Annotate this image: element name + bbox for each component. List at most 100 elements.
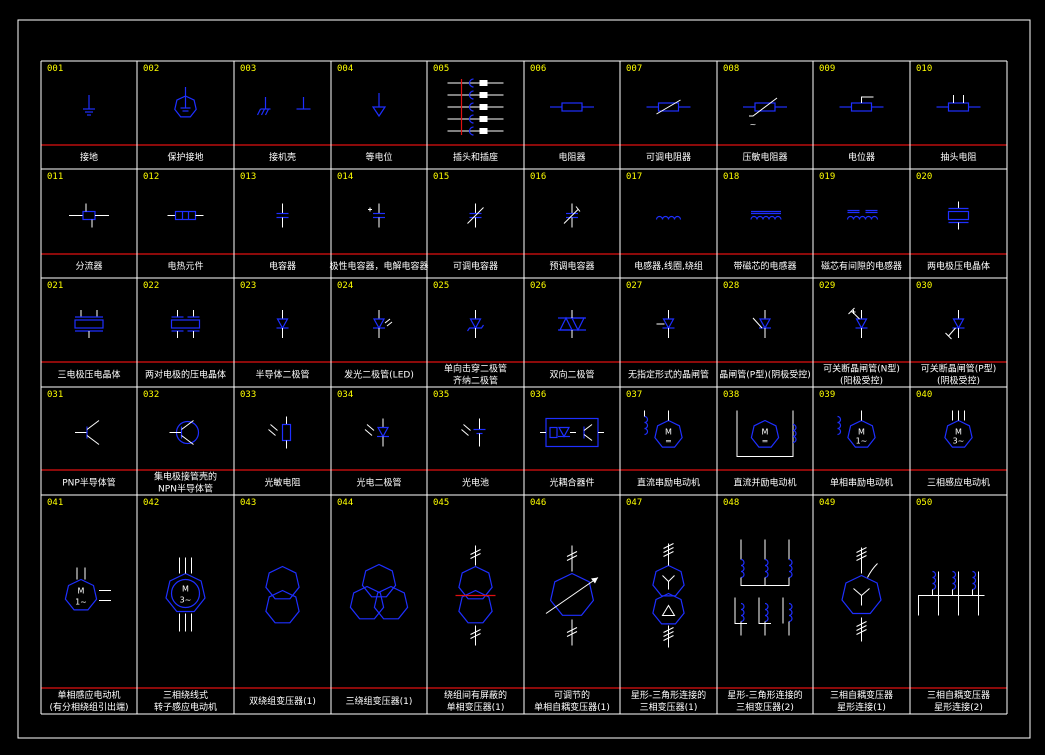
symbol-number: 031 xyxy=(47,390,63,400)
symbol-label: 可关断晶闸管(N型) xyxy=(823,363,900,375)
symbol-number: 021 xyxy=(47,281,63,291)
symbol-number: 018 xyxy=(723,172,739,182)
symbol-label: 带磁芯的电感器 xyxy=(733,260,796,272)
drawing-sheet: 001 接地 002 保护接地 003 接机壳 004 等电位 005 插头和插座 006 电阻器 00… xyxy=(0,0,1045,755)
symbol-number: 036 xyxy=(530,390,546,400)
symbol-label: 接地 xyxy=(80,151,98,163)
symbol-number: 019 xyxy=(819,172,835,182)
symbol-number: 020 xyxy=(916,172,932,182)
symbol-label: 三相变压器(1) xyxy=(640,701,698,713)
symbol-label: 电位器 xyxy=(848,151,875,163)
symbol-label: 两电极压电晶体 xyxy=(927,260,990,272)
symbol-label: 可关断晶闸管(P型) xyxy=(921,363,996,375)
symbol-label: 半导体二极管 xyxy=(255,369,309,381)
symbol-number: 030 xyxy=(916,281,932,291)
symbol-label: 三相感应电动机 xyxy=(927,477,990,489)
symbol-label: 光耦合器件 xyxy=(549,477,594,489)
symbol-label: 双绕组变压器(1) xyxy=(249,695,316,707)
symbol-label: (有分相绕组引出端) xyxy=(49,701,128,713)
symbol-number: 007 xyxy=(626,64,642,74)
symbol-number: 003 xyxy=(240,64,256,74)
symbol-number: 014 xyxy=(337,172,353,182)
symbol-number: 012 xyxy=(143,172,159,182)
symbol-number: 017 xyxy=(626,172,642,182)
symbol-label: 可调电阻器 xyxy=(646,151,691,163)
symbol-label: 直流串励电动机 xyxy=(637,477,700,489)
symbol-label: 晶闸管(P型)(阴极受控) xyxy=(719,369,810,381)
symbol-label: 单相串励电动机 xyxy=(830,477,893,489)
symbol-number: 042 xyxy=(143,498,159,508)
symbol-number: 026 xyxy=(530,281,546,291)
symbol-number: 010 xyxy=(916,64,932,74)
symbol-label: 电感器,线圈,绕组 xyxy=(634,260,703,272)
symbol-label: 光电池 xyxy=(462,477,489,489)
symbol-label: 单向击穿二极管 xyxy=(444,363,507,375)
motor-3ph-text: 3~ xyxy=(180,596,192,605)
symbol-label: 可调电容器 xyxy=(453,260,498,272)
symbol-label: 集电极接管壳的 xyxy=(154,471,217,483)
symbol-number: 038 xyxy=(723,390,739,400)
symbol-label: 星形连接(2) xyxy=(934,701,983,713)
symbol-number: 025 xyxy=(433,281,449,291)
symbol-label: 转子感应电动机 xyxy=(154,701,217,713)
symbol-label: 保护接地 xyxy=(167,151,203,163)
symbol-number: 006 xyxy=(530,64,546,74)
symbol-label: 可调节的 xyxy=(554,689,590,701)
symbol-label: 三相变压器(2) xyxy=(736,701,794,713)
symbol-label: 绕组间有屏蔽的 xyxy=(444,689,507,701)
symbol-number: 035 xyxy=(433,390,449,400)
varistor-mark: ~ xyxy=(750,120,757,129)
symbol-number: 032 xyxy=(143,390,159,400)
motor-3ph-text: 3~ xyxy=(953,437,965,446)
symbol-number: 027 xyxy=(626,281,642,291)
symbol-label: 预调电容器 xyxy=(549,260,594,272)
symbol-label: 两对电极的压电晶体 xyxy=(145,369,226,381)
symbol-label: 三相绕线式 xyxy=(163,689,208,701)
symbol-label: 发光二极管(LED) xyxy=(344,369,414,381)
symbol-label: 电阻器 xyxy=(558,151,585,163)
symbol-number: 034 xyxy=(337,390,353,400)
symbol-number: 047 xyxy=(626,498,642,508)
symbol-label: 接机壳 xyxy=(269,151,296,163)
symbol-number: 001 xyxy=(47,64,63,74)
symbol-number: 044 xyxy=(337,498,353,508)
symbol-label: 三电极压电晶体 xyxy=(57,369,120,381)
symbol-label: 分流器 xyxy=(75,260,102,272)
symbol-label: 抽头电阻 xyxy=(940,151,976,163)
symbol-label: (阴极受控) xyxy=(937,375,980,387)
symbol-number: 049 xyxy=(819,498,835,508)
symbol-label: 星形连接(1) xyxy=(837,701,886,713)
symbol-label: NPN半导体管 xyxy=(158,483,213,495)
symbol-number: 002 xyxy=(143,64,159,74)
symbol-label: 磁芯有间隙的电感器 xyxy=(821,260,902,272)
symbol-number: 008 xyxy=(723,64,739,74)
symbol-number: 041 xyxy=(47,498,63,508)
symbol-number: 024 xyxy=(337,281,353,291)
motor-m-text: M xyxy=(762,428,769,437)
symbol-label: 无指定形式的晶闸管 xyxy=(628,369,709,381)
symbol-label: 三绕组变压器(1) xyxy=(346,695,413,707)
symbol-label: 三相自耦变压器 xyxy=(830,689,893,701)
symbol-label: 压敏电阻器 xyxy=(742,151,787,163)
symbol-label: 单相自耦变压器(1) xyxy=(534,701,610,713)
symbol-number: 048 xyxy=(723,498,739,508)
symbol-number: 023 xyxy=(240,281,256,291)
motor-m-text: M xyxy=(858,428,865,437)
symbol-label: 光敏电阻 xyxy=(264,477,300,489)
symbol-number: 043 xyxy=(240,498,256,508)
symbol-number: 016 xyxy=(530,172,546,182)
motor-m-text: M xyxy=(78,587,85,596)
symbol-label: 单相感应电动机 xyxy=(57,689,120,701)
motor-m-text: M xyxy=(955,428,962,437)
symbol-number: 015 xyxy=(433,172,449,182)
symbol-label: 插头和插座 xyxy=(453,151,498,163)
motor-dc-text: = xyxy=(665,437,672,446)
symbol-number: 009 xyxy=(819,64,835,74)
symbol-label: 等电位 xyxy=(365,151,392,163)
symbol-label: 齐纳二极管 xyxy=(453,375,498,387)
symbol-number: 040 xyxy=(916,390,932,400)
symbol-label: 三相自耦变压器 xyxy=(927,689,990,701)
symbol-number: 011 xyxy=(47,172,63,182)
symbol-label: (阳极受控) xyxy=(840,375,883,387)
symbol-label: 单相变压器(1) xyxy=(447,701,505,713)
